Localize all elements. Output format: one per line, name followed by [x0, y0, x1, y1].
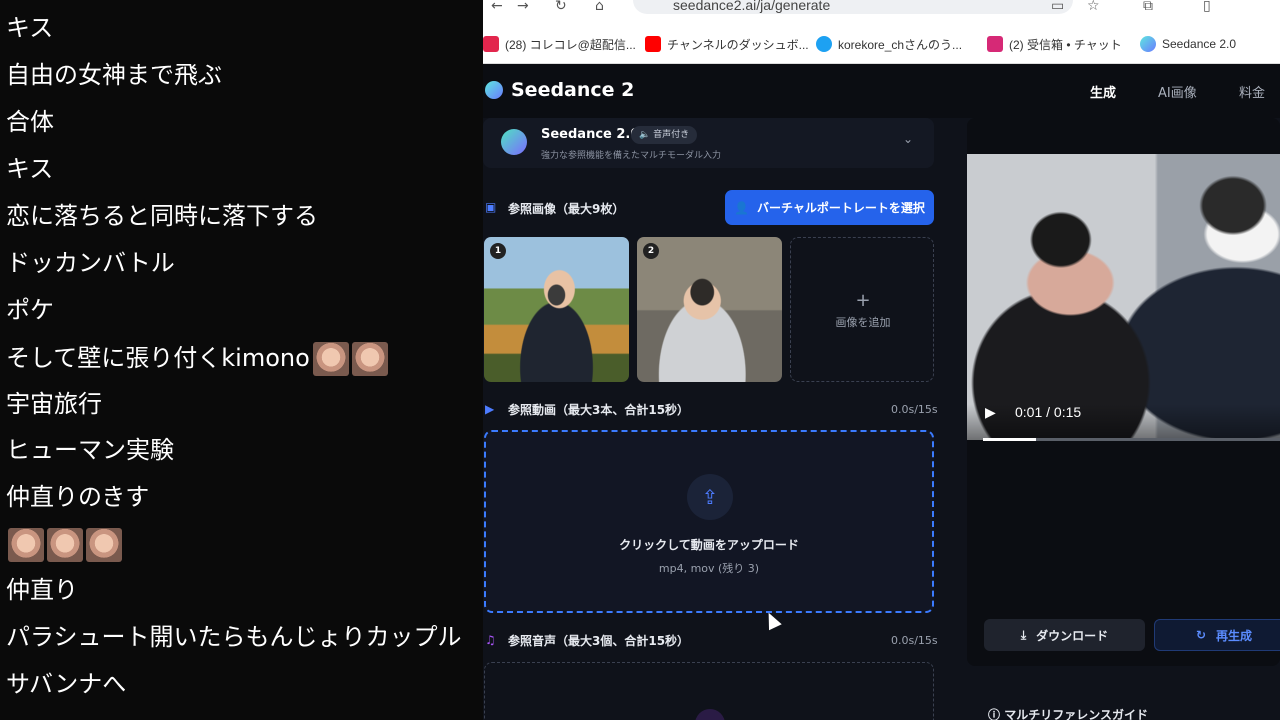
music-icon: ♫: [485, 633, 496, 647]
reload-icon[interactable]: ↻: [555, 0, 567, 14]
face-emote-icon: [312, 342, 349, 376]
audio-upload-dropzone[interactable]: [484, 662, 934, 720]
delete-icon[interactable]: ▯: [1203, 0, 1211, 14]
instagram-icon: [987, 36, 1003, 52]
download-button[interactable]: ⤓ ダウンロード: [984, 619, 1145, 651]
upload-icon: ⇪: [687, 474, 733, 520]
cloud-icon: [816, 36, 832, 52]
install-icon[interactable]: ▭: [1051, 0, 1064, 14]
user-icon: 👤: [734, 200, 750, 215]
comment-text: そして壁に張り付くkimono: [6, 344, 310, 372]
comment-line: サバンナへ: [6, 670, 127, 698]
image-icon: ▣: [485, 200, 497, 214]
comment-line: 宇宙旅行: [6, 390, 102, 418]
regenerate-button[interactable]: ↻ 再生成: [1154, 619, 1280, 651]
forward-icon[interactable]: →: [517, 0, 529, 14]
bookmarks-bar: (28) コレコレ@超配信... チャンネルのダッシュボ... korekore…: [483, 26, 1280, 64]
face-emote-icon: [47, 528, 83, 562]
bookmark-item[interactable]: (2) 受信箱 • チャット: [987, 34, 1122, 54]
reference-image-thumb[interactable]: 2: [637, 237, 782, 382]
video-timecode: 0:01 / 0:15: [1015, 404, 1082, 420]
nav-generate[interactable]: 生成: [1090, 82, 1116, 101]
comment-line: キス: [6, 14, 54, 42]
video-preview[interactable]: [967, 154, 1280, 440]
bookmark-item[interactable]: チャンネルのダッシュボ...: [645, 34, 809, 54]
refresh-icon: ↻: [1195, 628, 1207, 642]
comment-line: パラシュート開いたらもんじょりカップル: [6, 623, 462, 651]
face-emote-icon: [351, 342, 388, 376]
video-progress-fill: [983, 438, 1037, 441]
thumb-index: 2: [643, 243, 659, 259]
app-page: Seedance 2 生成 AI画像 料金 Seedance 2.0 🔈 音声付…: [483, 64, 1280, 720]
add-image-button[interactable]: + 画像を追加: [790, 237, 934, 382]
video-progress-bar[interactable]: [983, 438, 1280, 441]
youtube-icon: [645, 36, 661, 52]
back-icon[interactable]: ←: [491, 0, 503, 14]
nav-ai-image[interactable]: AI画像: [1158, 82, 1197, 101]
url-text: seedance2.ai/ja/generate: [673, 0, 831, 13]
app-header: Seedance 2 生成 AI画像 料金: [483, 64, 1280, 118]
bookmark-item[interactable]: (28) コレコレ@超配信...: [483, 34, 636, 54]
browser-window: ← → ↻ ⌂ seedance2.ai/ja/generate ▭ ☆ ⧉ ▯…: [483, 0, 1280, 720]
guide-link[interactable]: ⓘ マルチリファレンスガイド: [988, 706, 1148, 720]
play-icon[interactable]: ▶: [985, 405, 996, 421]
address-bar[interactable]: seedance2.ai/ja/generate: [633, 0, 1073, 14]
extensions-icon[interactable]: ⧉: [1143, 0, 1153, 14]
download-icon: ⤓: [1020, 627, 1027, 642]
select-portrait-button[interactable]: 👤 バーチャルポートレートを選択: [725, 190, 934, 225]
nav-pricing[interactable]: 料金: [1239, 82, 1265, 101]
video-icon: ▶: [485, 402, 495, 416]
ref-audio-duration: 0.0s/15s: [891, 634, 938, 647]
seedance-icon: [1140, 36, 1156, 52]
add-image-label: 画像を追加: [835, 316, 891, 329]
chevron-down-icon[interactable]: ⌄: [903, 132, 913, 146]
bookmark-item[interactable]: Seedance 2.0: [1140, 34, 1236, 54]
upload-label: クリックして動画をアップロード: [619, 538, 799, 552]
comment-line: ドッカンバトル: [6, 249, 175, 277]
logo-icon: [485, 81, 503, 99]
ref-audio-title: 参照音声（最大3個、合計15秒）: [508, 634, 690, 648]
ref-video-title: 参照動画（最大3本、合計15秒）: [508, 403, 690, 417]
reference-image-thumb[interactable]: 1: [484, 237, 629, 382]
brand-name[interactable]: Seedance 2: [511, 79, 634, 101]
thumb-index: 1: [490, 243, 506, 259]
comment-line: 合体: [6, 108, 54, 136]
comment-line-with-emotes: そして壁に張り付くkimono: [6, 340, 388, 376]
plus-icon: +: [855, 290, 871, 311]
upload-formats: mp4, mov (残り 3): [658, 562, 760, 575]
model-selector[interactable]: Seedance 2.0 🔈 音声付き 強力な参照機能を備えたマルチモーダル入力…: [483, 118, 934, 168]
comment-line: 自由の女神まで飛ぶ: [6, 61, 222, 89]
ref-images-title: 参照画像（最大9枚）: [508, 202, 625, 216]
comment-line: 仲直りのきす: [6, 483, 150, 511]
preview-panel: ▶ 0:01 / 0:15: [967, 118, 1280, 666]
model-icon: [501, 129, 527, 155]
model-name: Seedance 2.0: [541, 127, 640, 142]
audio-badge: 🔈 音声付き: [631, 126, 698, 144]
video-upload-dropzone[interactable]: ⇪ クリックして動画をアップロード mp4, mov (残り 3): [484, 430, 934, 613]
comment-line: ポケ: [6, 296, 54, 324]
comment-line: 仲直り: [6, 576, 78, 604]
model-description: 強力な参照機能を備えたマルチモーダル入力: [541, 151, 722, 161]
ref-video-duration: 0.0s/15s: [891, 403, 938, 416]
comment-line: 恋に落ちると同時に落下する: [6, 202, 318, 230]
home-icon[interactable]: ⌂: [595, 0, 604, 14]
browser-toolbar: ← → ↻ ⌂ seedance2.ai/ja/generate ▭ ☆ ⧉ ▯: [483, 0, 1280, 26]
audio-upload-icon: [695, 709, 725, 720]
comment-line: キス: [6, 155, 54, 183]
star-icon[interactable]: ☆: [1087, 0, 1100, 14]
emote-row: [8, 528, 122, 562]
bookmark-item[interactable]: korekore_chさんのう...: [816, 34, 962, 54]
face-emote-icon: [8, 528, 44, 562]
video-controls: [967, 404, 1280, 440]
face-emote-icon: [86, 528, 122, 562]
comment-line: ヒューマン実験: [6, 436, 174, 464]
tiktok-icon: [483, 36, 499, 52]
comment-overlay: キス 自由の女神まで飛ぶ 合体 キス 恋に落ちると同時に落下する ドッカンバトル…: [0, 0, 483, 720]
